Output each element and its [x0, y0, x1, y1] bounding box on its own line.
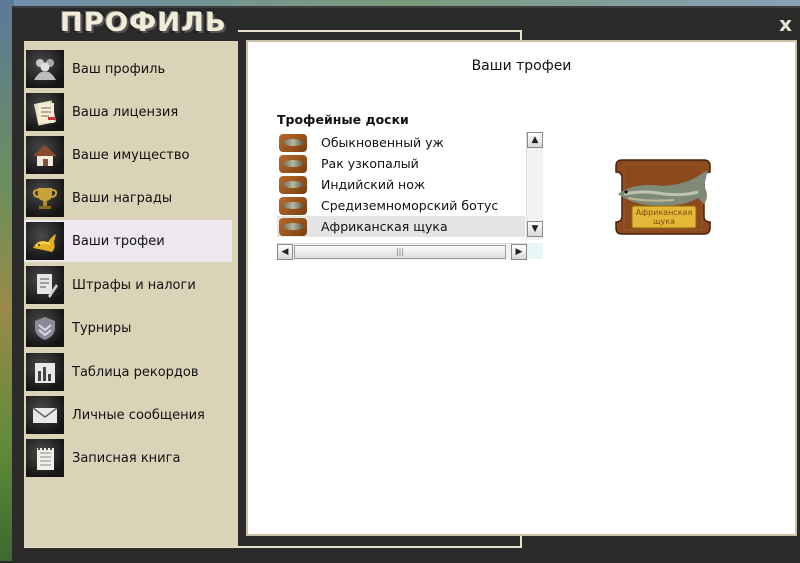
house-icon: [26, 136, 64, 174]
sidebar-item-label: Ваш профиль: [72, 61, 166, 77]
list-item-label: Африканская щука: [321, 219, 448, 234]
trophy-plaque-preview: Африканская щука: [615, 159, 711, 235]
fish-plaque-icon: [279, 133, 307, 152]
horizontal-scrollbar[interactable]: ◀ ||| ▶: [277, 243, 527, 260]
sidebar-item-awards[interactable]: Ваши награды: [24, 177, 238, 219]
tournament-shield-icon: [26, 309, 64, 347]
sidebar-item-label: Таблица рекордов: [72, 364, 199, 380]
window-title: ПРОФИЛЬ: [60, 8, 227, 38]
scroll-down-button[interactable]: ▼: [527, 221, 543, 237]
list-item-label: Рак узкопалый: [321, 156, 419, 171]
sidebar-item-records[interactable]: Таблица рекордов: [24, 351, 238, 393]
sidebar-item-trophies[interactable]: Ваши трофеи: [24, 220, 232, 262]
bar-chart-icon: [26, 353, 64, 391]
sidebar-item-license[interactable]: Ваша лицензия: [24, 91, 238, 133]
users-icon: [26, 50, 64, 88]
license-icon: [26, 93, 64, 131]
list-item-label: Индийский нож: [321, 177, 426, 192]
plaque-caption-line2: щука: [653, 217, 675, 226]
trophy-list: Обыкновенный уж Рак узкопалый Индийский …: [277, 132, 543, 260]
trophy-list-rows: Обыкновенный уж Рак узкопалый Индийский …: [277, 132, 525, 240]
notebook-icon: [26, 439, 64, 477]
list-item[interactable]: Средиземноморский ботус: [277, 195, 525, 216]
scroll-corner: [527, 243, 543, 259]
section-label: Трофейные доски: [277, 112, 409, 127]
scroll-left-button[interactable]: ◀: [277, 244, 293, 260]
scroll-up-button[interactable]: ▲: [527, 132, 543, 148]
sidebar-item-label: Штрафы и налоги: [72, 277, 196, 293]
sidebar-item-messages[interactable]: Личные сообщения: [24, 394, 238, 436]
scroll-right-button[interactable]: ▶: [511, 244, 527, 260]
list-item-label: Средиземноморский ботус: [321, 198, 499, 213]
frame-line-top: [238, 30, 522, 32]
sidebar-item-label: Турниры: [72, 320, 132, 336]
list-item-label: Обыкновенный уж: [321, 135, 444, 150]
sidebar-item-profile[interactable]: Ваш профиль: [24, 48, 238, 90]
sidebar-item-property[interactable]: Ваше имущество: [24, 134, 238, 176]
fish-plaque-icon: [279, 175, 307, 194]
fines-document-icon: [26, 266, 64, 304]
sidebar-item-label: Ваши трофеи: [72, 233, 165, 249]
fish-trophy-icon: [26, 222, 64, 260]
envelope-icon: [26, 396, 64, 434]
fish-plaque-icon: [279, 196, 307, 215]
list-item[interactable]: Обыкновенный уж: [277, 132, 525, 153]
page-title: Ваши трофеи: [471, 58, 572, 74]
fish-plaque-icon: [279, 154, 307, 173]
sidebar-item-label: Ваше имущество: [72, 147, 190, 163]
close-button[interactable]: x: [779, 14, 792, 34]
sidebar-item-label: Ваша лицензия: [72, 104, 179, 120]
horizontal-scroll-thumb[interactable]: |||: [294, 245, 506, 259]
sidebar-item-notebook[interactable]: Записная книга: [24, 437, 238, 479]
sidebar-item-tournaments[interactable]: Турниры: [24, 307, 238, 349]
trophy-cup-icon: [26, 179, 64, 217]
plaque-caption-line1: Африканская: [636, 208, 693, 217]
trophies-panel: Ваши трофеи Трофейные доски Обыкновенный…: [246, 40, 797, 536]
sidebar-item-label: Записная книга: [72, 450, 181, 466]
fish-plaque-icon: [279, 217, 307, 236]
sidebar-item-fines[interactable]: Штрафы и налоги: [24, 264, 238, 306]
list-item-selected[interactable]: Африканская щука: [277, 216, 525, 237]
vertical-scrollbar[interactable]: ▲ ▼: [526, 132, 543, 240]
list-item[interactable]: Рак узкопалый: [277, 153, 525, 174]
sidebar-item-label: Ваши награды: [72, 190, 173, 206]
list-item[interactable]: Индийский нож: [277, 174, 525, 195]
sidebar-item-label: Личные сообщения: [72, 407, 205, 423]
